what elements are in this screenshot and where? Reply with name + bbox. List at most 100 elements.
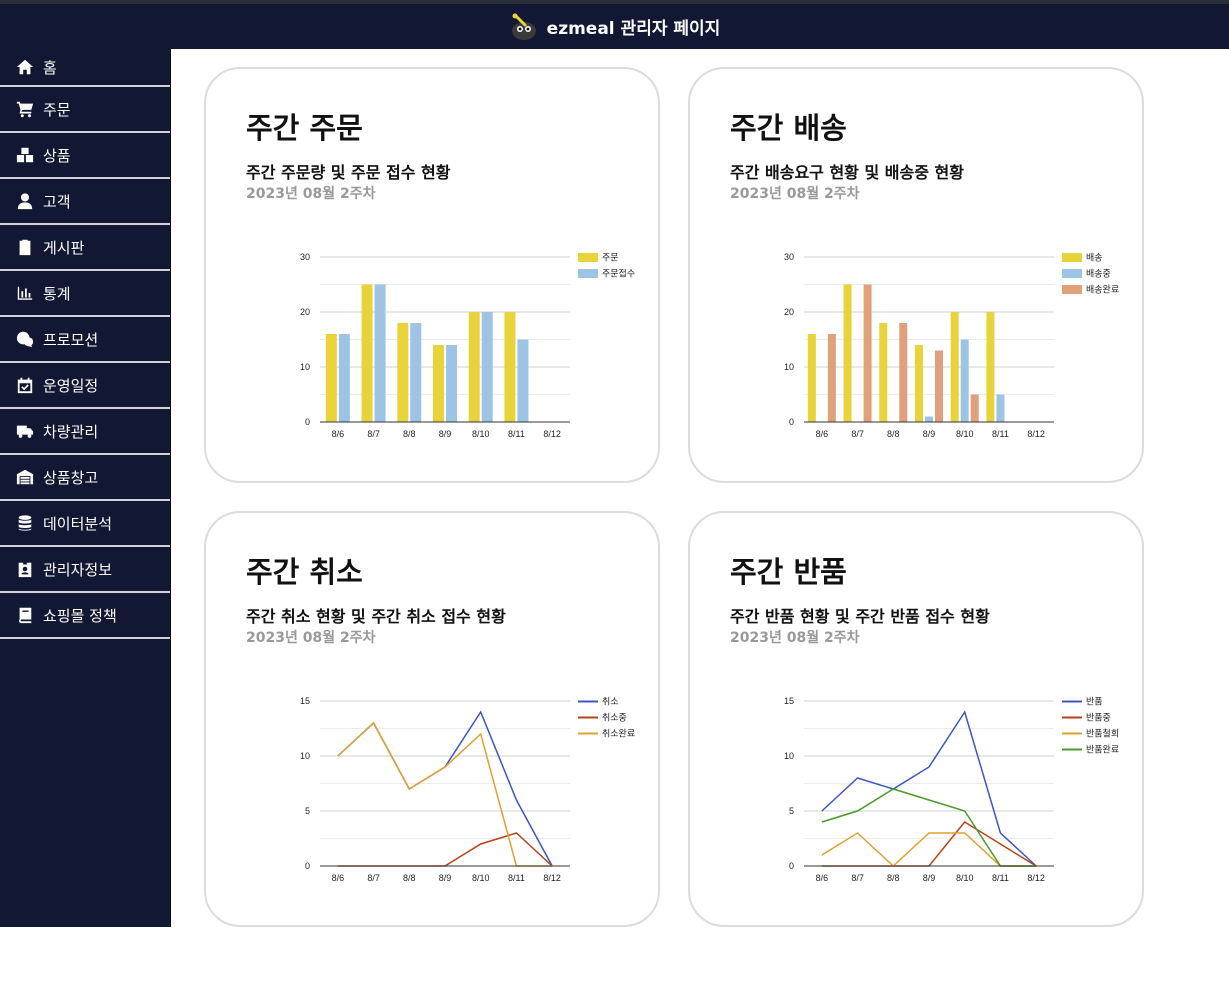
x-tick-label: 8/7 xyxy=(367,873,380,883)
boxes-icon xyxy=(16,147,34,163)
cart-icon xyxy=(16,101,34,118)
x-tick-label: 8/6 xyxy=(332,873,345,883)
sidebar-item-data-analysis[interactable]: 데이터분석 xyxy=(0,501,170,547)
x-tick-label: 8/6 xyxy=(332,429,345,439)
sidebar-item-vehicles[interactable]: 차량관리 xyxy=(0,409,170,455)
sidebar: 홈 주문 상품 고객 게시판 통계 프로모션 운영일정 차량관리 상품창고 데이… xyxy=(0,49,171,927)
y-tick-label: 0 xyxy=(305,417,310,427)
bar xyxy=(925,416,933,422)
x-tick-label: 8/7 xyxy=(851,873,864,883)
x-tick-label: 8/10 xyxy=(472,873,490,883)
sidebar-item-label: 쇼핑몰 정책 xyxy=(43,606,117,625)
sidebar-item-admin-info[interactable]: 관리자정보 xyxy=(0,547,170,593)
sidebar-item-products[interactable]: 상품 xyxy=(0,133,170,179)
sidebar-item-warehouse[interactable]: 상품창고 xyxy=(0,455,170,501)
x-tick-label: 8/8 xyxy=(403,429,416,439)
sidebar-item-statistics[interactable]: 통계 xyxy=(0,271,170,317)
y-tick-label: 10 xyxy=(300,751,310,761)
bar xyxy=(504,312,516,422)
x-tick-label: 8/7 xyxy=(367,429,380,439)
bar xyxy=(863,284,872,422)
bar xyxy=(468,312,480,422)
x-tick-label: 8/9 xyxy=(439,873,452,883)
bar xyxy=(361,284,373,422)
page-title: ezmeal 관리자 페이지 xyxy=(546,19,721,39)
sidebar-item-label: 상품창고 xyxy=(43,468,99,487)
x-tick-label: 8/12 xyxy=(543,429,561,439)
sidebar-item-label: 주문 xyxy=(43,100,71,119)
legend-label: 취소완료 xyxy=(602,729,635,739)
bar xyxy=(950,312,959,422)
x-tick-label: 8/12 xyxy=(1027,873,1045,883)
truck-icon xyxy=(16,425,34,438)
weekly-cancel-card: 주간 취소 주간 취소 현황 및 주간 취소 접수 현황 2023년 08월 2… xyxy=(204,511,660,927)
legend-label: 주문접수 xyxy=(602,268,635,279)
bar xyxy=(338,334,350,422)
promotion-icon xyxy=(16,331,34,348)
legend-label: 배송중 xyxy=(1086,269,1111,279)
x-tick-label: 8/9 xyxy=(923,873,936,883)
home-icon xyxy=(16,59,34,75)
bar xyxy=(899,323,908,422)
series-line xyxy=(821,710,1037,867)
sidebar-item-schedule[interactable]: 운영일정 xyxy=(0,363,170,409)
bar xyxy=(970,394,979,422)
legend-swatch xyxy=(578,269,598,278)
y-tick-label: 30 xyxy=(300,252,310,262)
x-tick-label: 8/8 xyxy=(887,429,900,439)
weekly-cancel-chart: 0 5 10 15 8/6 8/7 8/8 8/9 8/10 8/11 8/12 취소취소중취소완료 xyxy=(300,696,635,883)
x-tick-label: 8/12 xyxy=(1027,429,1045,439)
x-tick-label: 8/10 xyxy=(472,429,490,439)
y-tick-label: 20 xyxy=(300,307,310,317)
weekly-return-chart: 0 5 10 15 8/6 8/7 8/8 8/9 8/10 8/11 8/12 반품반품중반품철회반… xyxy=(784,696,1119,883)
bar xyxy=(996,394,1005,422)
legend-label: 취소 xyxy=(602,697,619,707)
clipboard-icon xyxy=(19,239,31,256)
sidebar-item-label: 차량관리 xyxy=(43,422,99,441)
legend-swatch xyxy=(1062,253,1082,262)
sidebar-item-policy[interactable]: 쇼핑몰 정책 xyxy=(0,593,170,639)
legend-label: 주문 xyxy=(602,253,619,263)
y-tick-label: 20 xyxy=(784,307,794,317)
bar xyxy=(915,345,923,422)
app-header: ezmeal 관리자 페이지 xyxy=(0,4,1229,49)
sidebar-item-label: 상품 xyxy=(43,146,71,165)
y-tick-label: 30 xyxy=(784,252,794,262)
x-tick-label: 8/6 xyxy=(816,873,829,883)
sidebar-item-board[interactable]: 게시판 xyxy=(0,225,170,271)
weekly-return-card: 주간 반품 주간 반품 현황 및 주간 반품 접수 현황 2023년 08월 2… xyxy=(688,511,1144,927)
legend-label: 배송 xyxy=(1086,253,1103,263)
sidebar-item-customers[interactable]: 고객 xyxy=(0,179,170,225)
y-tick-label: 10 xyxy=(300,362,310,372)
sidebar-item-label: 고객 xyxy=(43,192,71,211)
sidebar-item-orders[interactable]: 주문 xyxy=(0,87,170,133)
series-line xyxy=(821,788,1037,867)
bar xyxy=(410,323,422,422)
bar xyxy=(446,345,457,422)
bar xyxy=(879,323,888,422)
calendar-check-icon xyxy=(17,377,33,394)
bar xyxy=(827,334,836,422)
bar xyxy=(481,312,493,422)
series-line xyxy=(821,821,1037,867)
sidebar-item-label: 홈 xyxy=(43,58,57,77)
x-tick-label: 8/9 xyxy=(923,429,936,439)
sidebar-item-promotion[interactable]: 프로모션 xyxy=(0,317,170,363)
warehouse-icon xyxy=(16,469,34,485)
legend-swatch xyxy=(1062,285,1082,294)
x-tick-label: 8/11 xyxy=(508,873,525,883)
bar xyxy=(807,334,816,422)
bar xyxy=(397,323,409,422)
sidebar-item-label: 데이터분석 xyxy=(43,514,113,533)
database-icon xyxy=(18,515,32,531)
sidebar-item-home[interactable]: 홈 xyxy=(0,49,170,87)
legend-label: 배송완료 xyxy=(1086,285,1119,295)
weekly-orders-card: 주간 주문 주간 주문량 및 주문 접수 현황 2023년 08월 2주차 01… xyxy=(204,67,660,483)
chef-mascot-icon[interactable] xyxy=(509,12,539,42)
y-tick-label: 0 xyxy=(789,417,794,427)
series-line xyxy=(337,721,553,867)
bar xyxy=(986,312,995,422)
sidebar-item-label: 관리자정보 xyxy=(43,560,113,579)
y-tick-label: 15 xyxy=(300,696,310,706)
x-tick-label: 8/11 xyxy=(992,429,1009,439)
